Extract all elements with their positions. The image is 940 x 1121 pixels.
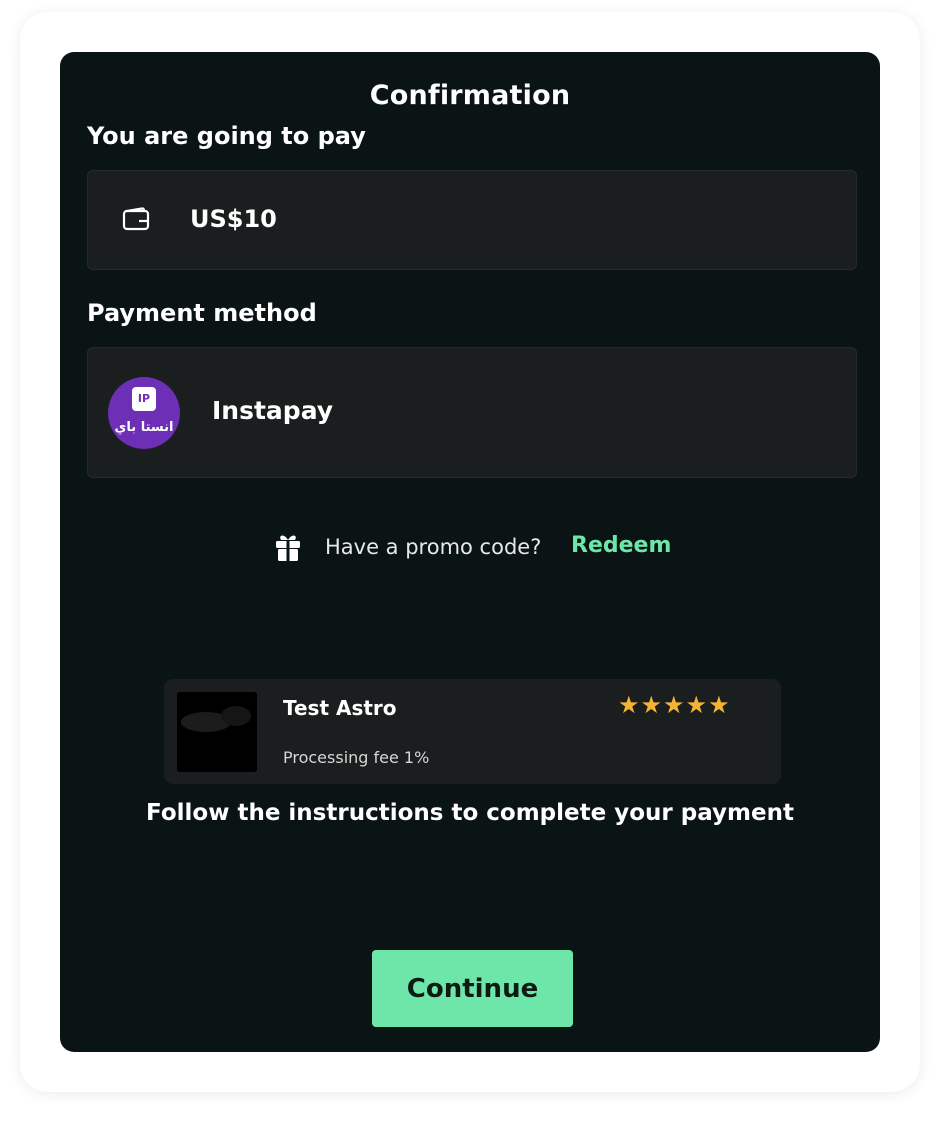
star-icon: ★ [640,691,664,719]
payment-method-name: Instapay [212,396,334,425]
star-icon: ★ [685,691,709,719]
redeem-link[interactable]: Redeem [571,533,671,558]
provider-name: Test Astro [283,696,397,720]
processing-fee: Processing fee 1% [283,748,430,767]
rating-stars: ★★★★★ [618,691,731,719]
provider-image [177,692,257,772]
wallet-icon [122,207,150,235]
gift-icon [274,532,302,566]
continue-button[interactable]: Continue [372,950,573,1027]
amount-value: US$10 [190,205,277,233]
logo-text: انستا باي [114,420,174,435]
promo-prompt: Have a promo code? [325,535,542,559]
logo-badge: IP [132,387,156,411]
confirmation-panel: Confirmation You are going to pay US$10 … [60,52,880,1052]
pay-label: You are going to pay [87,122,366,150]
page-title: Confirmation [369,80,571,111]
instructions-text: Follow the instructions to complete your… [146,800,794,826]
star-icon: ★ [618,691,641,719]
star-icon: ★ [708,691,731,719]
payment-method-label: Payment method [87,299,317,327]
star-icon: ★ [663,691,686,719]
instapay-logo: IP انستا باي [108,377,180,449]
provider-card: Test Astro Processing fee 1% ★★★★★ [164,679,781,784]
amount-field: US$10 [87,170,857,270]
payment-method-option[interactable]: IP انستا باي Instapay [87,347,857,478]
